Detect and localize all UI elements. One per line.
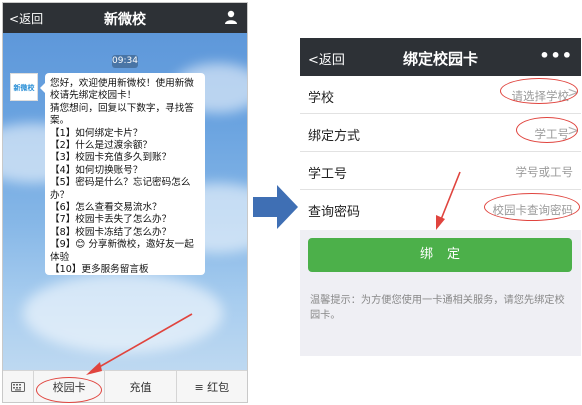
message-line: 【5】密码是什么？忘记密码怎么 [50, 177, 191, 189]
message-line: 您好，欢迎使用新微校！使用新微 [50, 78, 194, 89]
chat-title: 新微校 [104, 12, 146, 28]
keyboard-toggle[interactable] [3, 371, 34, 402]
menu-tab-recharge[interactable]: 充值 [105, 371, 177, 402]
bind-card-header: <返回 绑定校园卡 ••• [300, 38, 581, 76]
user-profile-icon[interactable] [223, 9, 239, 25]
transition-arrow-icon [253, 185, 298, 229]
school-label: 学校 [308, 91, 335, 106]
message-line: 【1】如何绑定卡片？ [50, 127, 143, 139]
message-line: 校请先绑定校园卡！ [50, 90, 137, 102]
chat-header: <返回 新微校 [3, 3, 247, 33]
chat-screen: <返回 新微校 09:34 新微校 您好，欢迎使用新微校！使用新微 校请先绑定校… [2, 2, 248, 403]
avatar-logo-text: 新微校 [13, 84, 35, 92]
message-line: 【4】如何切换账号？ [50, 164, 143, 176]
student-id-field[interactable]: 学工号 学号或工号 [300, 152, 581, 190]
student-id-placeholder: 学号或工号 [515, 165, 574, 179]
message-line: 【7】校园卡丢失了怎么办？ [50, 214, 172, 226]
highlight-ellipse [484, 193, 580, 221]
message-line: 【6】怎么查看交易流水？ [50, 202, 162, 214]
cloud-decoration [23, 273, 223, 353]
message-timestamp: 09:34 [112, 55, 138, 68]
message-line: 【10】更多服务留言板 [50, 264, 149, 276]
message-line: 案。 [50, 115, 70, 127]
message-line: 【2】什么是过渡余额？ [50, 140, 153, 152]
highlight-ellipse [500, 78, 578, 104]
account-avatar[interactable]: 新微校 [10, 73, 38, 101]
more-options-icon[interactable]: ••• [539, 46, 573, 65]
tip-text: 温馨提示：为方便您使用一卡通相关服务，请您先绑定校园卡。 [310, 295, 565, 321]
message-line: 猜您想问，回复以下数字，寻找答 [50, 102, 194, 114]
message-bubble: 您好，欢迎使用新微校！使用新微 校请先绑定校园卡！ 猜您想问，回复以下数字，寻找… [40, 73, 205, 276]
menu-tab-red-packet[interactable]: ≡ 红包 [177, 371, 247, 402]
bind-method-label: 绑定方式 [308, 129, 361, 144]
student-id-label: 学工号 [308, 167, 348, 182]
bind-button[interactable]: 绑定 [308, 238, 572, 272]
highlight-ellipse [36, 377, 102, 403]
message-line: 办？ [50, 189, 70, 201]
highlight-ellipse [516, 117, 578, 143]
message-line: 体验 [50, 251, 70, 263]
keyboard-icon [11, 381, 25, 392]
message-line: 【3】校园卡充值多久到账？ [50, 152, 172, 164]
message-line: 【8】校园卡冻结了怎么办？ [50, 226, 172, 238]
query-password-label: 查询密码 [308, 205, 361, 220]
message-line: 【9】😊 分享新微校，邀好友一起 [50, 239, 194, 251]
